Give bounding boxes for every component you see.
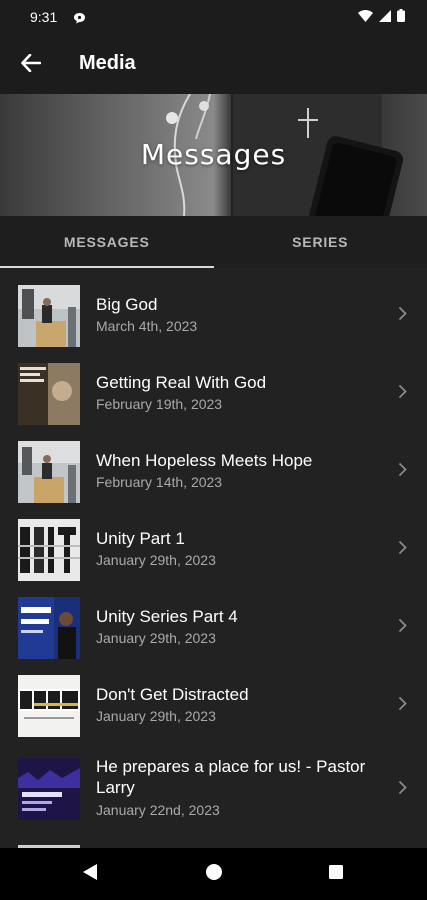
signal-icon xyxy=(379,9,391,27)
tab-messages[interactable]: MESSAGES xyxy=(0,216,214,268)
chevron-right-icon xyxy=(398,780,407,800)
list-item[interactable]: Unity Series Part 4 January 29th, 2023 xyxy=(0,580,427,659)
chevron-right-icon xyxy=(398,696,407,716)
message-title: Unity Part 1 xyxy=(96,529,185,548)
message-title: When Hopeless Meets Hope xyxy=(96,451,313,470)
battery-icon xyxy=(397,9,405,27)
chevron-right-icon xyxy=(398,462,407,482)
nav-home-button[interactable] xyxy=(202,862,226,886)
list-item[interactable]: He prepares a place for us! - Pastor Lar… xyxy=(0,736,427,828)
chevron-right-icon xyxy=(398,306,407,326)
status-icons xyxy=(358,9,405,27)
status-bar: 9:31 xyxy=(0,0,427,34)
message-thumbnail xyxy=(18,675,80,737)
message-date: March 4th, 2023 xyxy=(96,318,198,334)
nav-recents-button[interactable] xyxy=(324,862,348,886)
message-title: Don't Get Distracted xyxy=(96,685,249,704)
message-title: He prepares a place for us! - Pastor Lar… xyxy=(96,757,366,797)
list-item[interactable]: Don't Get Distracted January 29th, 2023 xyxy=(0,658,427,737)
message-date: January 29th, 2023 xyxy=(96,708,216,724)
square-recents-icon xyxy=(328,864,344,885)
message-date: February 14th, 2023 xyxy=(96,474,223,490)
arrow-back-icon xyxy=(21,53,42,77)
message-thumbnail xyxy=(18,758,80,820)
message-date: January 29th, 2023 xyxy=(96,552,216,568)
chevron-right-icon xyxy=(398,384,407,404)
list-item[interactable]: Big God March 4th, 2023 xyxy=(0,268,427,347)
tab-series[interactable]: SERIES xyxy=(214,216,427,268)
message-thumbnail xyxy=(18,285,80,347)
message-thumbnail xyxy=(18,519,80,581)
message-date: February 19th, 2023 xyxy=(96,396,223,412)
message-date: January 22nd, 2023 xyxy=(96,802,220,818)
tab-messages-label: MESSAGES xyxy=(63,234,150,250)
triangle-back-icon xyxy=(82,863,98,886)
chevron-right-icon xyxy=(398,540,407,560)
message-thumbnail xyxy=(18,363,80,425)
list-item[interactable]: Unity Part 1 January 29th, 2023 xyxy=(0,502,427,581)
message-list: Big God March 4th, 2023 Getting Real Wit… xyxy=(0,268,427,848)
message-thumbnail xyxy=(18,441,80,503)
wifi-icon xyxy=(358,9,373,27)
banner-title: Messages xyxy=(140,138,287,171)
header-banner: Messages xyxy=(0,94,427,216)
back-button[interactable] xyxy=(14,48,48,82)
list-item[interactable]: When Hopeless Meets Hope February 14th, … xyxy=(0,424,427,503)
message-date: January 29th, 2023 xyxy=(96,630,216,646)
nav-back-button[interactable] xyxy=(78,862,102,886)
message-title: Unity Series Part 4 xyxy=(96,607,238,626)
app-bar: Media xyxy=(0,34,427,94)
system-nav-bar xyxy=(0,848,427,900)
list-item[interactable] xyxy=(0,828,427,848)
message-title: Big God xyxy=(96,295,158,314)
message-thumbnail xyxy=(18,597,80,659)
app-screen: 9:31 Media Messages MESSAGES SERIES Big … xyxy=(0,0,427,900)
app-bar-title: Media xyxy=(79,52,136,74)
circle-home-icon xyxy=(205,863,223,886)
notification-icon xyxy=(73,11,86,29)
tab-bar: MESSAGES SERIES xyxy=(0,216,427,268)
chevron-right-icon xyxy=(398,618,407,638)
list-item[interactable]: Getting Real With God February 19th, 202… xyxy=(0,346,427,425)
message-title: Getting Real With God xyxy=(96,373,267,392)
status-time: 9:31 xyxy=(30,9,58,25)
tab-series-label: SERIES xyxy=(292,234,349,250)
